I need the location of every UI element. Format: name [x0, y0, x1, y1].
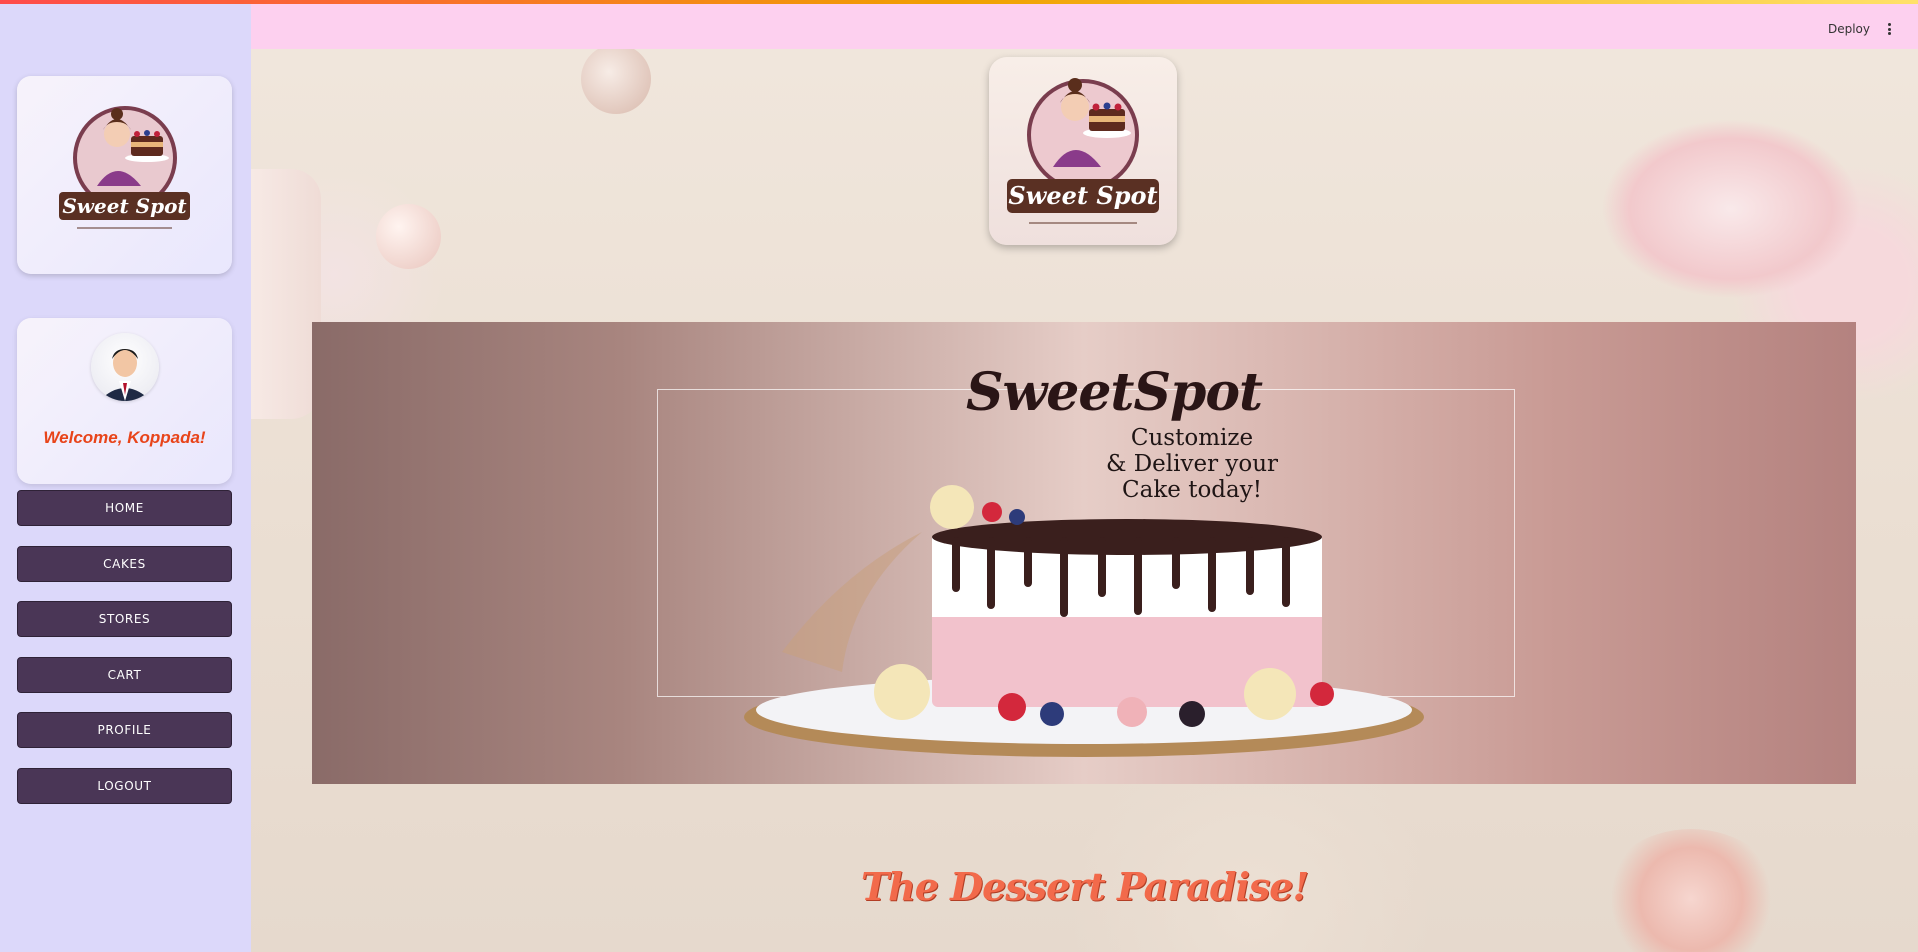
decorative-plate-left — [251, 169, 321, 419]
user-avatar-icon — [99, 349, 151, 401]
decorative-ball — [376, 204, 441, 269]
decorative-bowl — [581, 49, 651, 114]
nav-logout-button[interactable]: LOGOUT — [17, 768, 232, 804]
hero-banner: SweetSpot Customize & Deliver your Cake … — [312, 322, 1856, 784]
nav-stores-button[interactable]: STORES — [17, 601, 232, 637]
sidebar-logo-card: Sweet Spot — [17, 76, 232, 274]
sweet-spot-logo: Sweet Spot — [59, 106, 190, 229]
sidebar: Sweet Spot Welcome, Koppada! HOME CAKES … — [0, 4, 251, 952]
user-avatar — [91, 333, 159, 401]
welcome-text: Welcome, Koppada! — [43, 428, 206, 447]
banner-cake-illustration — [744, 485, 1424, 757]
sweet-spot-main-logo: Sweet Spot — [1007, 78, 1159, 224]
main-menu-icon[interactable] — [1882, 20, 1896, 38]
deploy-button[interactable]: Deploy — [1828, 22, 1870, 36]
nav-cart-button[interactable]: CART — [17, 657, 232, 693]
user-card: Welcome, Koppada! — [17, 318, 232, 484]
nav-profile-button[interactable]: PROFILE — [17, 712, 232, 748]
main-logo-text: Sweet Spot — [1008, 181, 1157, 210]
app-header: Deploy — [251, 4, 1918, 49]
main-logo-card: Sweet Spot — [989, 57, 1177, 245]
nav-home-button[interactable]: HOME — [17, 490, 232, 526]
decorative-cake-right — [1601, 119, 1861, 299]
tagline: The Dessert Paradise! — [860, 864, 1309, 909]
sidebar-logo-text: Sweet Spot — [62, 194, 187, 218]
main-content: Sweet Spot SweetSpot Customize & Deliver… — [251, 49, 1918, 952]
nav-cakes-button[interactable]: CAKES — [17, 546, 232, 582]
